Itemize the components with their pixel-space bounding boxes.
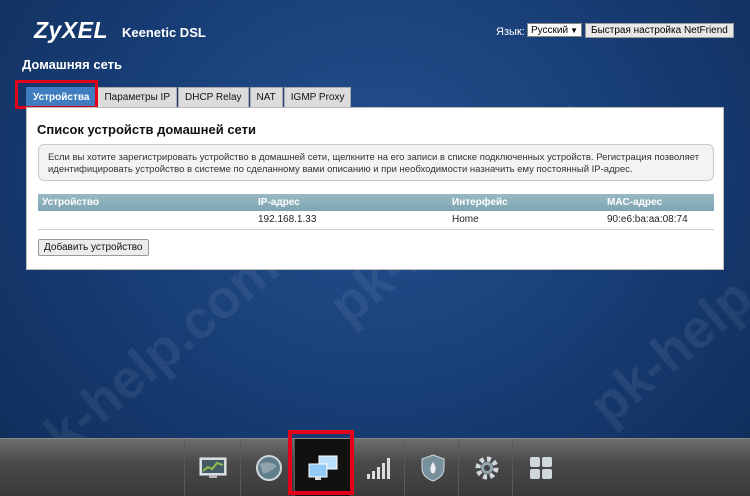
column-header-device[interactable]: Устройство bbox=[42, 194, 99, 211]
tab-igmp-proxy[interactable]: IGMP Proxy bbox=[283, 87, 352, 107]
panel-title: Список устройств домашней сети bbox=[37, 122, 256, 137]
brand-logo: ZyXEL bbox=[34, 17, 109, 43]
bottom-dock bbox=[0, 438, 750, 496]
dock-system[interactable] bbox=[458, 439, 515, 496]
info-box: Если вы хотите зарегистрировать устройст… bbox=[38, 144, 714, 181]
language-value: Русский bbox=[531, 25, 569, 36]
highlight-frame bbox=[288, 430, 354, 495]
dock-apps[interactable] bbox=[512, 439, 569, 496]
signal-bars-icon bbox=[367, 457, 390, 479]
language-label: Язык: bbox=[496, 26, 525, 38]
page-title: Домашняя сеть bbox=[22, 57, 122, 72]
dock-wifi[interactable] bbox=[350, 439, 407, 496]
header: ZyXEL Keenetic DSL Язык: Русский ▼ Быстр… bbox=[0, 0, 750, 60]
dock-monitor[interactable] bbox=[184, 439, 241, 496]
column-header-interface[interactable]: Интерфейс bbox=[452, 194, 508, 211]
tab-ip-params[interactable]: Параметры IP bbox=[97, 87, 177, 107]
language-select[interactable]: Русский ▼ bbox=[527, 23, 582, 37]
model-name: Keenetic DSL bbox=[122, 25, 206, 40]
gear-icon bbox=[475, 456, 499, 479]
apps-grid-icon bbox=[530, 456, 552, 479]
dock-security[interactable] bbox=[404, 439, 461, 496]
highlight-frame bbox=[15, 80, 98, 109]
ip-cell: 192.168.1.33 bbox=[258, 214, 317, 225]
devices-table: Устройство IP-адрес Интерфейс MAC-адрес … bbox=[38, 194, 714, 230]
table-row[interactable]: 192.168.1.33 Home 90:e6:ba:aa:08:74 bbox=[38, 211, 714, 230]
quick-setup-button[interactable]: Быстрая настройка NetFriend bbox=[585, 23, 734, 38]
chevron-down-icon: ▼ bbox=[570, 26, 578, 35]
tab-dhcp-relay[interactable]: DHCP Relay bbox=[178, 87, 249, 107]
shield-flame-icon bbox=[421, 453, 445, 482]
devices-panel: Список устройств домашней сети Если вы х… bbox=[26, 107, 724, 270]
interface-cell: Home bbox=[452, 214, 479, 225]
mac-cell: 90:e6:ba:aa:08:74 bbox=[607, 214, 688, 225]
column-header-ip[interactable]: IP-адрес bbox=[258, 194, 300, 211]
column-header-mac[interactable]: MAC-адрес bbox=[607, 194, 662, 211]
globe-icon bbox=[256, 454, 282, 481]
add-device-button[interactable]: Добавить устройство bbox=[38, 239, 149, 256]
monitor-chart-icon bbox=[199, 457, 227, 478]
tab-nat[interactable]: NAT bbox=[249, 87, 283, 107]
table-header: Устройство IP-адрес Интерфейс MAC-адрес bbox=[38, 194, 714, 211]
